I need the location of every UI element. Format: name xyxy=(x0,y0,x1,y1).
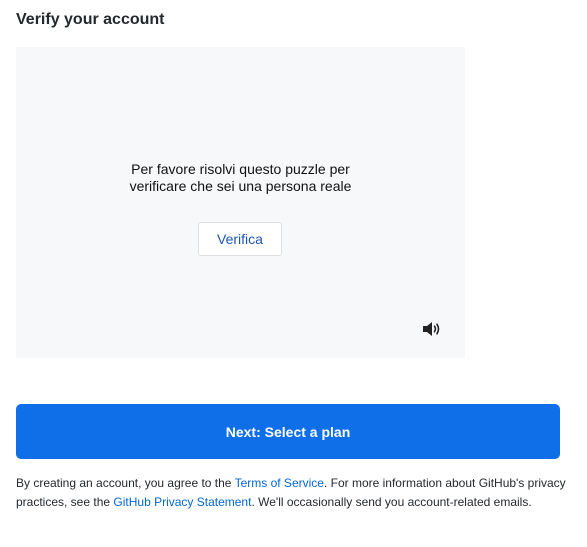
audio-challenge-button[interactable] xyxy=(421,319,443,339)
speaker-volume-icon xyxy=(423,322,440,336)
page-title: Verify your account xyxy=(16,11,165,28)
next-select-plan-button[interactable]: Next: Select a plan xyxy=(16,404,560,459)
legal-text-part-3: . We'll occasionally send you account-re… xyxy=(251,495,532,509)
captcha-panel: Per favore risolvi questo puzzle per ver… xyxy=(16,47,465,358)
captcha-instruction-line-1: Per favore risolvi questo puzzle per xyxy=(131,161,350,177)
captcha-instructions: Per favore risolvi questo puzzle per ver… xyxy=(16,161,465,195)
privacy-statement-link[interactable]: GitHub Privacy Statement xyxy=(113,495,251,509)
terms-of-service-link[interactable]: Terms of Service xyxy=(235,476,324,490)
legal-text-part-1: By creating an account, you agree to the xyxy=(16,476,235,490)
verify-account-page: Verify your account Per favore risolvi q… xyxy=(0,0,587,547)
captcha-verify-button[interactable]: Verifica xyxy=(198,222,282,256)
captcha-instruction-line-2: verificare che sei una persona reale xyxy=(129,178,352,194)
legal-notice: By creating an account, you agree to the… xyxy=(16,474,571,512)
